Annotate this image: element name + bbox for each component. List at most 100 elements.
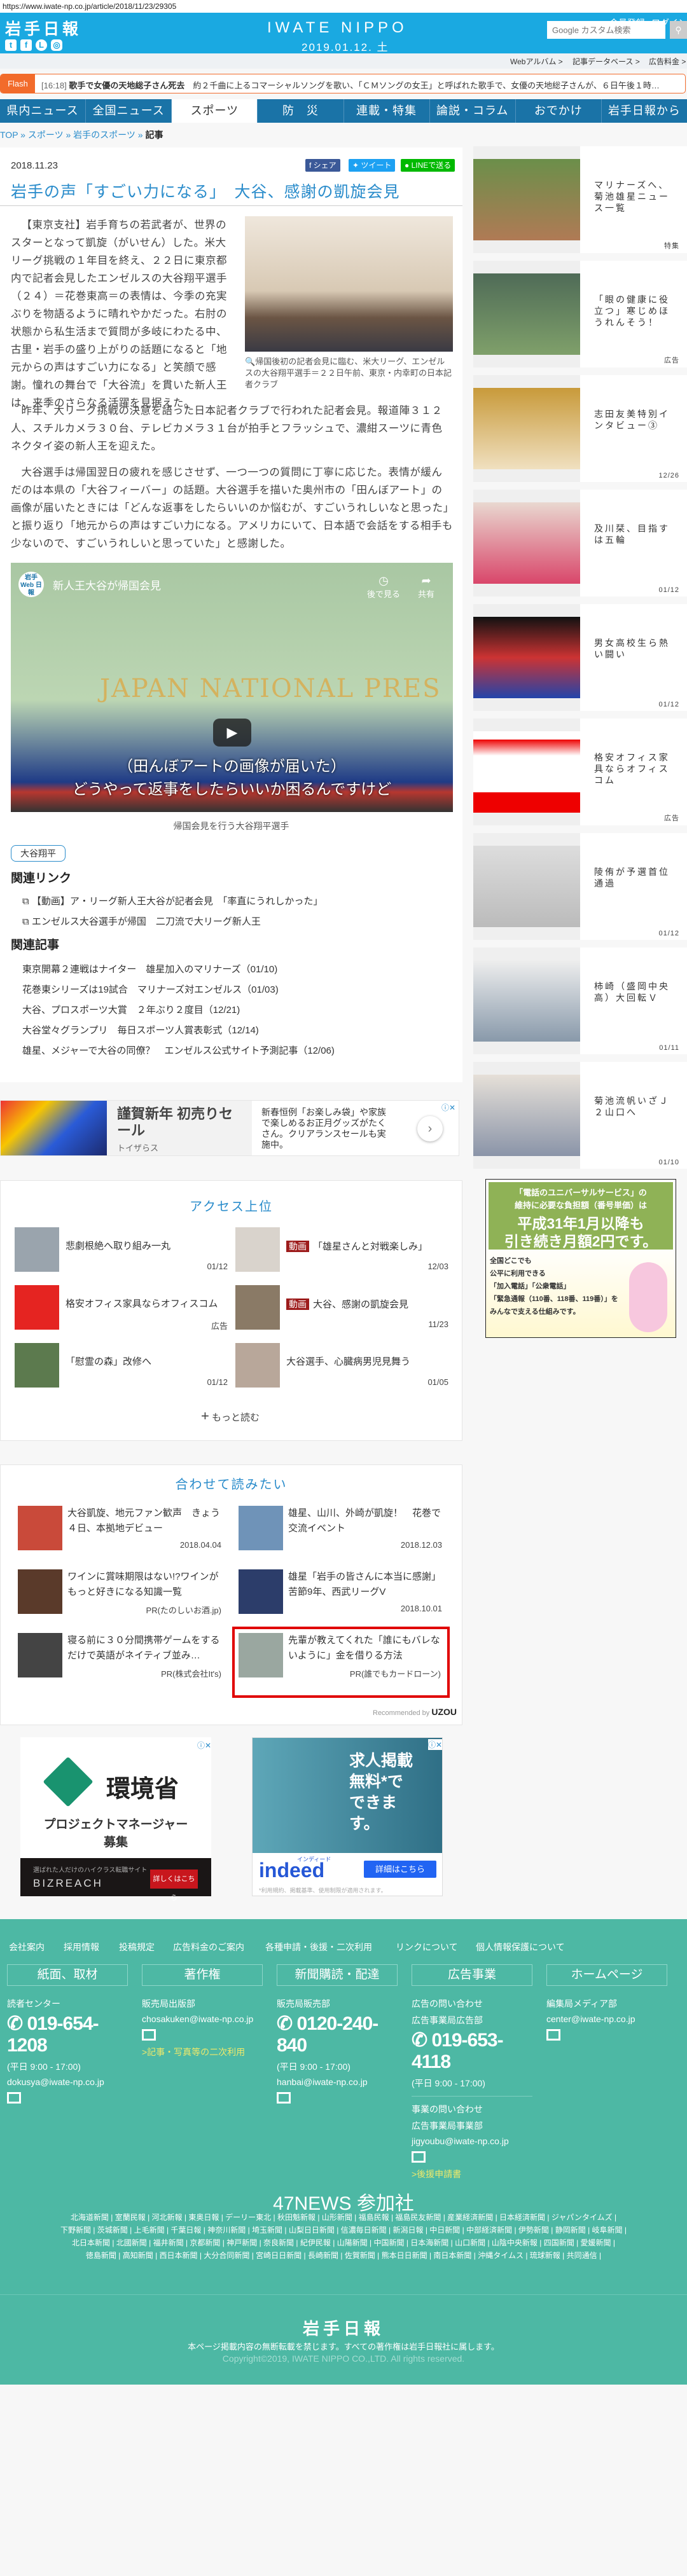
email-address[interactable]: center@iwate-np.co.jp (546, 2014, 667, 2024)
twitter-icon[interactable]: t (5, 39, 17, 51)
mail-icon[interactable] (412, 2151, 426, 2163)
newspaper-link[interactable]: 伊勢新聞 (518, 2226, 549, 2235)
moe-bizreach-ad[interactable]: ⓘ✕ 環境省 プロジェクトマネージャー 募集 選ばれた人だけのハイクラス転職サイ… (20, 1737, 211, 1902)
nav-editorial[interactable]: 論説・コラム (430, 99, 516, 123)
indeed-ad[interactable]: 求人掲載 無料*で できます。 ⓘ✕ インディード indeed 詳細はこちら … (252, 1737, 443, 1896)
related-article[interactable]: 花巻東シリーズは19試合 マリナーズ対エンゼルス（01/03) (22, 982, 279, 996)
footer-link[interactable]: 採用情報 (64, 1941, 99, 1953)
newspaper-link[interactable]: 共同通信 (567, 2251, 597, 2260)
email-address[interactable]: dokusya@iwate-np.co.jp (7, 2077, 128, 2087)
recommend-item[interactable]: 大谷凱旋、地元ファン歓声 きょう４日、本拠地デビュー 2018.04.04 (18, 1506, 221, 1550)
ranking-item[interactable]: 悲劇根絶へ取り組み一丸 01/12 (15, 1227, 228, 1272)
newspaper-link[interactable]: デーリー東北 (225, 2213, 271, 2222)
nav-national-news[interactable]: 全国ニュース (86, 99, 172, 123)
newspaper-link[interactable]: 福島民友新聞 (395, 2213, 441, 2222)
newspaper-link[interactable]: 北海道新聞 (71, 2213, 109, 2222)
email-address[interactable]: hanbai@iwate-np.co.jp (277, 2077, 398, 2087)
nav-series[interactable]: 連載・特集 (344, 99, 430, 123)
ad-cta-button[interactable]: 詳しくはこちら (150, 1870, 198, 1902)
ad-cta-button[interactable]: 詳細はこちら (364, 1861, 436, 1878)
mail-icon[interactable] (7, 2092, 21, 2104)
phone-number[interactable]: ✆ 019-654-1208 (7, 2013, 128, 2056)
zoom-icon[interactable]: 🔍 (245, 357, 255, 366)
related-article[interactable]: 大谷堂々グランプリ 毎日スポーツ人賞表彰式（12/14) (22, 1023, 259, 1037)
newspaper-link[interactable]: 神戸新聞 (226, 2238, 257, 2247)
video-title[interactable]: 新人王大谷が帰国会見 (53, 577, 161, 593)
sidebar-item[interactable]: 「眼の健康に役立つ」寒じめほうれんそう！ 広告 (473, 261, 687, 368)
video-share-button[interactable]: ➦ 共有 (418, 574, 434, 600)
newspaper-link[interactable]: 静岡新聞 (555, 2226, 586, 2235)
newspaper-link[interactable]: 埼玉新聞 (252, 2226, 282, 2235)
web-album-link[interactable]: Webアルバム > (510, 56, 563, 67)
newspaper-link[interactable]: 北日本新聞 (72, 2238, 110, 2247)
chevron-right-icon[interactable]: › (417, 1116, 443, 1141)
breadcrumb-sports[interactable]: スポーツ (28, 130, 64, 140)
video-player[interactable]: JAPAN NATIONAL PRES 岩手 Web 日報 新人王大谷が帰国会見… (11, 563, 453, 812)
newspaper-link[interactable]: 山梨日日新聞 (289, 2226, 335, 2235)
newspaper-link[interactable]: 福島民報 (359, 2213, 389, 2222)
nav-prefecture-news[interactable]: 県内ニュース (0, 99, 87, 123)
footer-link[interactable]: リンクについて (396, 1941, 458, 1953)
newspaper-link[interactable]: 徳島新聞 (86, 2251, 116, 2260)
universal-service-ad[interactable]: 「電話のユニバーサルサービス」の 維持に必要な負担額（番号単価）は 平成31年1… (485, 1179, 676, 1338)
instagram-icon[interactable]: ◎ (51, 39, 62, 51)
newspaper-link[interactable]: 奈良新聞 (263, 2238, 294, 2247)
article-database-link[interactable]: 記事データベース > (572, 56, 640, 67)
phone-number[interactable]: ✆ 0120-240-840 (277, 2013, 398, 2056)
recommend-item[interactable]: ワインに賞味期限はない!?ワインがもっと好きになる知識一覧 PR(たのしいお酒.j… (18, 1569, 221, 1615)
nav-outing[interactable]: おでかけ (516, 99, 602, 123)
brand-logo[interactable]: IWATE NIPPO (267, 19, 408, 37)
newspaper-link[interactable]: 新潟日報 (392, 2226, 423, 2235)
newspaper-link[interactable]: 日本海新聞 (410, 2238, 448, 2247)
newspaper-link[interactable]: 河北新報 (152, 2213, 183, 2222)
newspaper-link[interactable]: 秋田魁新報 (277, 2213, 316, 2222)
email-address[interactable]: chosakuken@iwate-np.co.jp (142, 2014, 263, 2024)
newspaper-link[interactable]: 中日新聞 (429, 2226, 460, 2235)
footer-link[interactable]: 個人情報保護について (476, 1941, 565, 1953)
address-bar[interactable]: https://www.iwate-np.co.jp/article/2018/… (0, 0, 687, 13)
ad-info-close-icon[interactable]: ⓘ✕ (197, 1740, 211, 1751)
newspaper-link[interactable]: 山陰中央新報 (492, 2238, 538, 2247)
newspaper-link[interactable]: 熊本日日新聞 (382, 2251, 427, 2260)
newspaper-link[interactable]: 福井新聞 (153, 2238, 184, 2247)
newspaper-link[interactable]: 中部経済新聞 (466, 2226, 512, 2235)
newspaper-link[interactable]: 西日本新聞 (160, 2251, 198, 2260)
newspaper-link[interactable]: 大分合同新聞 (204, 2251, 249, 2260)
facebook-share-button[interactable]: f シェア (305, 159, 340, 172)
sidebar-item[interactable]: 格安オフィス家具ならオフィスコム 広告 (473, 719, 687, 825)
newspaper-link[interactable]: 愛媛新聞 (581, 2238, 611, 2247)
footer-link[interactable]: 投稿規定 (119, 1941, 155, 1953)
mail-icon[interactable] (546, 2029, 560, 2041)
footer-sublink[interactable]: >後援申請書 (412, 2168, 532, 2180)
newspaper-link[interactable]: 四国新聞 (544, 2238, 574, 2247)
newspaper-link[interactable]: 山陽新聞 (337, 2238, 368, 2247)
newspaper-link[interactable]: 山口新聞 (455, 2238, 485, 2247)
newspaper-link[interactable]: 北國新聞 (116, 2238, 147, 2247)
newspaper-link[interactable]: 沖縄タイムス (478, 2251, 524, 2260)
footer-link[interactable]: 会社案内 (9, 1941, 45, 1953)
tweet-button[interactable]: ✦ ツイート (349, 159, 396, 172)
breadcrumb-top[interactable]: TOP (0, 130, 18, 140)
sidebar-item[interactable]: マリナーズへ、菊池雄星ニュース一覧 特集 (473, 146, 687, 253)
newspaper-link[interactable]: 岐阜新聞 (592, 2226, 623, 2235)
search-button[interactable]: ⚲ (670, 21, 687, 39)
newspaper-link[interactable]: ジャパンタイムズ (552, 2213, 613, 2222)
newspaper-link[interactable]: 上毛新聞 (134, 2226, 165, 2235)
newspaper-link[interactable]: 神奈川新聞 (207, 2226, 246, 2235)
newspaper-link[interactable]: 千葉日報 (170, 2226, 201, 2235)
phone-number[interactable]: ✆ 019-653-4118 (412, 2029, 532, 2073)
footer-sublink[interactable]: >記事・写真等の二次利用 (142, 2046, 263, 2058)
newspaper-link[interactable]: 産業経済新聞 (447, 2213, 493, 2222)
newspaper-link[interactable]: 山形新聞 (322, 2213, 352, 2222)
newspaper-link[interactable]: 下野新聞 (60, 2226, 91, 2235)
sidebar-item[interactable]: 菊池流帆いざＪ２山口へ 01/10 (473, 1062, 687, 1169)
tag-ohtani[interactable]: 大谷翔平 (11, 845, 66, 862)
facebook-icon[interactable]: f (20, 39, 32, 51)
sidebar-item[interactable]: 及川栞、目指すは五輪 01/12 (473, 490, 687, 596)
watch-later-button[interactable]: ◷ 後で見る (367, 574, 400, 600)
nav-from-iwate-nippo[interactable]: 岩手日報から (602, 99, 687, 123)
newspaper-link[interactable]: 紀伊民報 (300, 2238, 331, 2247)
ranking-item[interactable]: 「慰霊の森」改修へ 01/12 (15, 1343, 228, 1388)
newspaper-link[interactable]: 日本経済新聞 (499, 2213, 545, 2222)
line-share-button[interactable]: ● LINEで送る (401, 159, 455, 172)
